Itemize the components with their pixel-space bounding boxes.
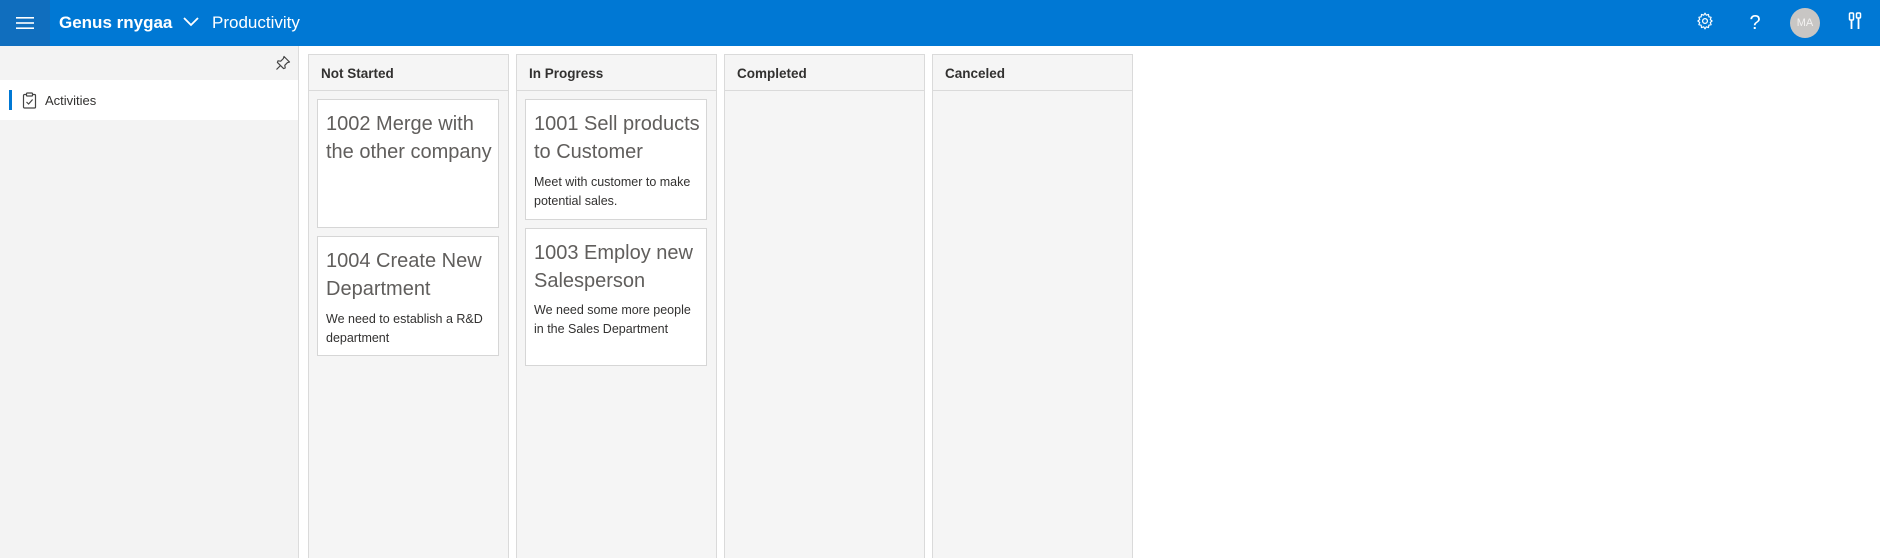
top-bar: Genus rnygaa Productivity ? MA: [0, 0, 1880, 46]
column-in-progress: In Progress 1001 Sell products to Custom…: [516, 54, 717, 558]
sidebar-item-activities[interactable]: Activities: [0, 80, 298, 120]
tools-icon: [1848, 11, 1862, 35]
column-header: Not Started: [309, 55, 508, 91]
activity-card[interactable]: 1001 Sell products to Customer Meet with…: [525, 99, 707, 220]
column-header: Canceled: [933, 55, 1132, 91]
clipboard-check-icon: [22, 92, 37, 109]
settings-button[interactable]: [1690, 8, 1720, 38]
gear-icon: [1696, 12, 1714, 35]
selected-indicator: [9, 90, 12, 110]
column-header: In Progress: [517, 55, 716, 91]
help-button[interactable]: ?: [1740, 8, 1770, 38]
menu-button[interactable]: [0, 0, 50, 46]
app-switcher-button[interactable]: [180, 11, 202, 35]
avatar[interactable]: MA: [1790, 8, 1820, 38]
sidebar-item-label: Activities: [45, 93, 97, 108]
activity-card[interactable]: 1003 Employ new Salesperson We need some…: [525, 228, 707, 366]
activity-card[interactable]: 1004 Create New Department We need to es…: [317, 236, 499, 356]
column-title: Canceled: [945, 66, 1006, 81]
sidebar: Activities: [0, 46, 299, 558]
tools-button[interactable]: [1840, 8, 1870, 38]
pin-icon: [275, 55, 291, 76]
card-title: 1003 Employ new Salesperson: [534, 242, 693, 292]
app-name[interactable]: Genus rnygaa: [59, 12, 172, 34]
pin-button[interactable]: [272, 54, 294, 76]
column-title: Not Started: [321, 66, 394, 81]
column-completed: Completed: [724, 54, 925, 558]
module-title: Productivity: [212, 13, 300, 32]
column-canceled: Canceled: [932, 54, 1133, 558]
card-title: 1002 Merge with the other company: [326, 113, 492, 163]
column-header: Completed: [725, 55, 924, 91]
card-title: 1001 Sell products to Customer: [534, 113, 700, 163]
chevron-down-icon: [182, 14, 200, 32]
help-icon: ?: [1749, 12, 1761, 34]
column-title: Completed: [737, 66, 807, 81]
card-description: We need some more people in the Sales De…: [534, 303, 691, 336]
card-title: 1004 Create New Department: [326, 250, 482, 300]
activity-card[interactable]: 1002 Merge with the other company: [317, 99, 499, 228]
card-description: Meet with customer to make potential sal…: [534, 175, 691, 208]
card-description: We need to establish a R&D department: [326, 312, 483, 345]
column-not-started: Not Started 1002 Merge with the other co…: [308, 54, 509, 558]
menu-icon: [16, 16, 34, 30]
column-title: In Progress: [529, 66, 604, 81]
